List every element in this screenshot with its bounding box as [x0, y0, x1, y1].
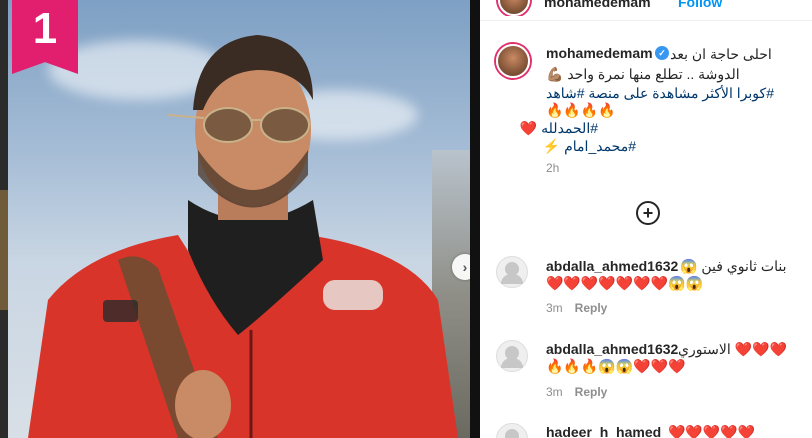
image-border	[470, 0, 480, 438]
post-image[interactable]: 1 ›	[8, 0, 470, 438]
comment-text: ❤️❤️❤️❤️❤️	[668, 424, 756, 438]
caption-line-2: الدوشة .. تطلع منها نمرة واحد 💪🏽	[546, 66, 740, 82]
caption-username[interactable]: mohamedemam	[546, 45, 653, 61]
previous-post-edge	[0, 0, 8, 438]
caption-hashtag-mohamed-emam[interactable]: #محمد_امام ⚡	[543, 137, 636, 156]
comment-emoji-line: 🔥🔥🔥😱😱❤️❤️❤️	[546, 358, 686, 374]
reply-button[interactable]: Reply	[575, 301, 608, 315]
reply-button[interactable]: Reply	[575, 385, 608, 399]
post-header: mohamedemam Follow	[480, 0, 812, 16]
comment-emoji-line: ❤️❤️❤️❤️❤️❤️❤️😱😱	[546, 275, 703, 291]
comment-text: ❤️❤️❤️ الاستوري	[678, 341, 787, 357]
plus-circle-icon[interactable]: +	[636, 201, 660, 225]
comment-text: بنات ثانوي فين 😱	[680, 258, 787, 274]
comment-username[interactable]: hadeer_h_hamed	[546, 424, 661, 438]
caption-author-avatar[interactable]	[496, 44, 530, 78]
follow-button[interactable]: Follow	[678, 0, 722, 10]
header-divider	[480, 20, 812, 21]
post-side-panel: mohamedemam Follow mohamedemam ✓ احلى حا…	[480, 0, 812, 438]
comment-avatar[interactable]	[496, 256, 528, 288]
header-username[interactable]: mohamedemam	[544, 0, 651, 10]
verified-badge-icon: ✓	[655, 46, 669, 60]
instagram-post-view: 1 › mohamedemam Follow mohamedemam ✓ احل…	[0, 0, 812, 438]
comment-username[interactable]: abdalla_ahmed1632	[546, 258, 678, 274]
comment-meta: 3m Reply	[546, 385, 607, 399]
comment-time[interactable]: 3m	[546, 301, 563, 315]
comment-avatar[interactable]	[496, 423, 528, 438]
caption-hashtag-alhamdulillah[interactable]: #الحمدلله ❤️	[520, 119, 598, 138]
caption-line-1: احلى حاجة ان بعد	[670, 46, 772, 62]
rank-badge-number: 1	[32, 4, 58, 53]
load-more-glyph: +	[642, 203, 654, 223]
author-avatar[interactable]	[498, 0, 530, 16]
caption-fire-emojis: 🔥🔥🔥🔥	[546, 102, 616, 118]
comment-username[interactable]: abdalla_ahmed1632	[546, 341, 678, 357]
comment-meta: 3m Reply	[546, 301, 607, 315]
comment-avatar[interactable]	[496, 340, 528, 372]
comment-time[interactable]: 3m	[546, 385, 563, 399]
caption-timestamp[interactable]: 2h	[546, 161, 559, 175]
